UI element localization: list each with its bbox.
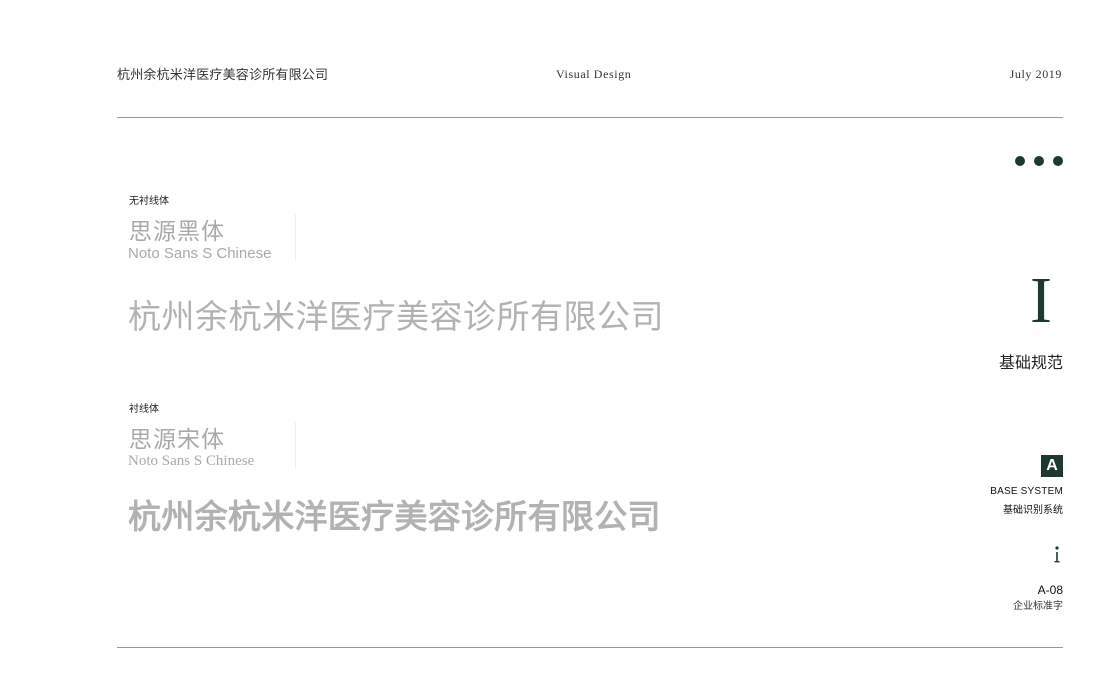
page-title: 企业标准字 xyxy=(1013,601,1063,612)
page-number: A-08 xyxy=(1037,583,1063,597)
serif-category-label: 衬线体 xyxy=(129,404,159,415)
sans-font-name-cn: 思源黑体 xyxy=(129,218,225,244)
serif-font-divider xyxy=(295,422,296,468)
sans-serif-category-label: 无衬线体 xyxy=(129,196,169,207)
serif-font-name-cn: 思源宋体 xyxy=(129,427,225,452)
chapter-roman-numeral: I xyxy=(1030,264,1052,337)
top-divider xyxy=(117,117,1063,118)
header-section-label: Visual Design xyxy=(556,67,632,81)
dot-icon xyxy=(1015,156,1025,166)
chapter-title: 基础规范 xyxy=(998,355,1063,372)
header-date: July 2019 xyxy=(1009,67,1062,81)
dot-icon xyxy=(1053,156,1063,166)
base-system-label-en: BASE SYSTEM xyxy=(990,486,1063,497)
info-icon xyxy=(1054,546,1060,563)
serif-font-name-en: Noto Sans S Chinese xyxy=(128,453,255,469)
base-system-label-cn: 基础识别系统 xyxy=(1003,505,1063,516)
company-name-header: 杭州余杭米洋医疗美容诊所有限公司 xyxy=(117,67,329,82)
serif-sample-text: 杭州余杭米洋医疗美容诊所有限公司 xyxy=(128,500,661,536)
sans-sample-text: 杭州余杭米洋医疗美容诊所有限公司 xyxy=(128,298,664,335)
bottom-divider xyxy=(117,647,1063,648)
more-dots-icon xyxy=(1015,156,1063,166)
section-badge: A xyxy=(1041,455,1063,477)
sans-font-name-en: Noto Sans S Chinese xyxy=(128,245,272,262)
dot-icon xyxy=(1034,156,1044,166)
sans-font-divider xyxy=(295,214,296,260)
